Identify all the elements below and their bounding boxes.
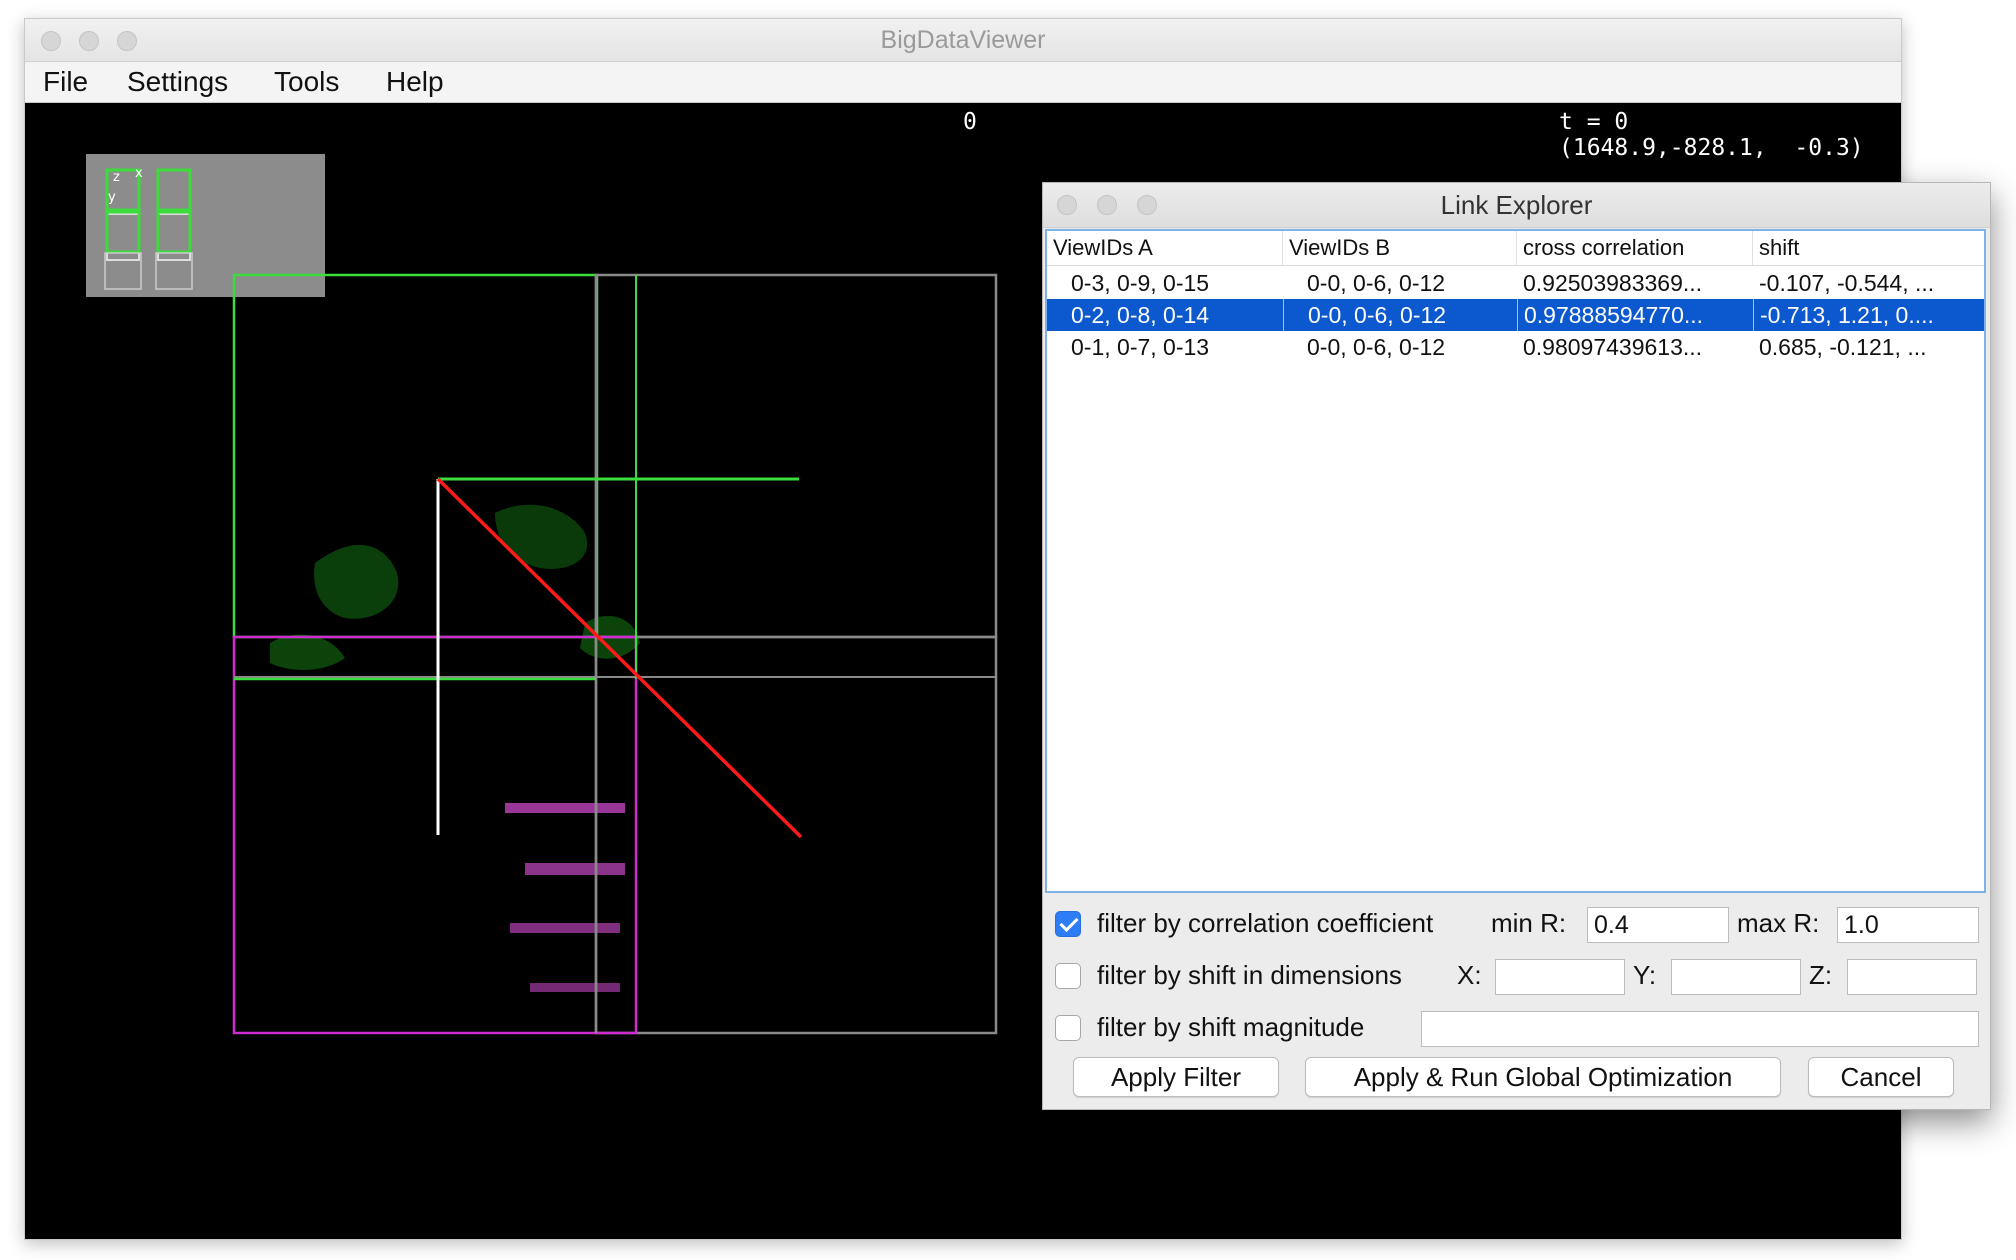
table-row[interactable]: 0-1, 0-7, 0-13 0-0, 0-6, 0-12 0.98097439… <box>1047 331 1984 363</box>
cell-viewids-b: 0-0, 0-6, 0-12 <box>1307 270 1446 296</box>
filter-correlation-row: filter by correlation coefficient min R:… <box>1043 901 1990 945</box>
cell-viewids-b: 0-0, 0-6, 0-12 <box>1283 299 1517 331</box>
navigator-z-axis: z <box>113 170 120 185</box>
cancel-button[interactable]: Cancel <box>1808 1057 1954 1097</box>
cell-viewids-b: 0-0, 0-6, 0-12 <box>1307 334 1446 360</box>
cell-cross-correlation: 0.98097439613... <box>1523 334 1703 360</box>
cell-shift: 0.685, -0.121, ... <box>1759 334 1927 360</box>
dialog-titlebar[interactable]: Link Explorer <box>1043 183 1990 228</box>
cell-cross-correlation: 0.92503983369... <box>1523 270 1703 296</box>
magenta-volume <box>374 703 640 1123</box>
table-row[interactable]: 0-3, 0-9, 0-15 0-0, 0-6, 0-12 0.92503983… <box>1047 267 1984 299</box>
filter-shift-magnitude-checkbox[interactable] <box>1055 1015 1081 1041</box>
apply-run-global-optimization-button[interactable]: Apply & Run Global Optimization <box>1305 1057 1781 1097</box>
link-explorer-dialog: Link Explorer ViewIDs A ViewIDs B cross … <box>1042 182 1991 1110</box>
shift-z-label: Z: <box>1809 960 1833 990</box>
filter-shift-magnitude-row: filter by shift magnitude <box>1043 1005 1990 1049</box>
filter-shift-dims-checkbox[interactable] <box>1055 963 1081 989</box>
shift-y-label: Y: <box>1633 960 1657 990</box>
filter-shift-dims-label: filter by shift in dimensions <box>1097 960 1402 990</box>
max-r-label: max R: <box>1737 908 1820 938</box>
menu-settings[interactable]: Settings <box>127 62 228 102</box>
shift-y-input[interactable] <box>1671 959 1801 995</box>
cell-shift: -0.107, -0.544, ... <box>1759 270 1935 296</box>
cell-viewids-a: 0-3, 0-9, 0-15 <box>1071 270 1210 296</box>
table-header: ViewIDs A ViewIDs B cross correlation sh… <box>1047 231 1984 266</box>
column-viewids-b[interactable]: ViewIDs B <box>1283 231 1517 265</box>
menu-file[interactable]: File <box>43 62 88 102</box>
links-table[interactable]: ViewIDs A ViewIDs B cross correlation sh… <box>1045 229 1986 893</box>
shift-z-input[interactable] <box>1847 959 1977 995</box>
filter-correlation-checkbox[interactable] <box>1055 911 1081 937</box>
menubar: File Settings Tools Help <box>25 62 1901 103</box>
min-r-label: min R: <box>1491 908 1567 938</box>
max-r-input[interactable]: 1.0 <box>1837 907 1979 943</box>
cell-cross-correlation: 0.97888594770... <box>1517 299 1753 331</box>
table-row-selected[interactable]: 0-2, 0-8, 0-14 0-0, 0-6, 0-12 0.97888594… <box>1047 299 1984 331</box>
main-titlebar[interactable]: BigDataViewer <box>25 19 1901 62</box>
shift-magnitude-input[interactable] <box>1421 1011 1979 1047</box>
filter-shift-dims-row: filter by shift in dimensions X: Y: Z: <box>1043 953 1990 997</box>
filter-shift-magnitude-label: filter by shift magnitude <box>1097 1012 1365 1042</box>
shift-x-input[interactable] <box>1495 959 1625 995</box>
dialog-title: Link Explorer <box>1440 190 1593 220</box>
column-shift[interactable]: shift <box>1753 231 1984 265</box>
cell-shift: -0.713, 1.21, 0.... <box>1753 299 1984 331</box>
menu-help[interactable]: Help <box>386 62 444 102</box>
shift-x-label: X: <box>1457 960 1482 990</box>
navigator-y-axis: y <box>108 190 116 205</box>
column-viewids-a[interactable]: ViewIDs A <box>1047 231 1283 265</box>
window-title: BigDataViewer <box>880 26 1046 54</box>
min-r-input[interactable]: 0.4 <box>1587 907 1729 943</box>
cell-viewids-a: 0-2, 0-8, 0-14 <box>1071 302 1210 328</box>
column-cross-correlation[interactable]: cross correlation <box>1517 231 1753 265</box>
dialog-button-row: Apply Filter Apply & Run Global Optimiza… <box>1043 1057 1990 1101</box>
apply-filter-button[interactable]: Apply Filter <box>1073 1057 1279 1097</box>
navigator-x-axis: x <box>135 166 143 181</box>
menu-tools[interactable]: Tools <box>274 62 339 102</box>
cell-viewids-a: 0-1, 0-7, 0-13 <box>1071 334 1210 360</box>
filter-correlation-label: filter by correlation coefficient <box>1097 908 1434 938</box>
